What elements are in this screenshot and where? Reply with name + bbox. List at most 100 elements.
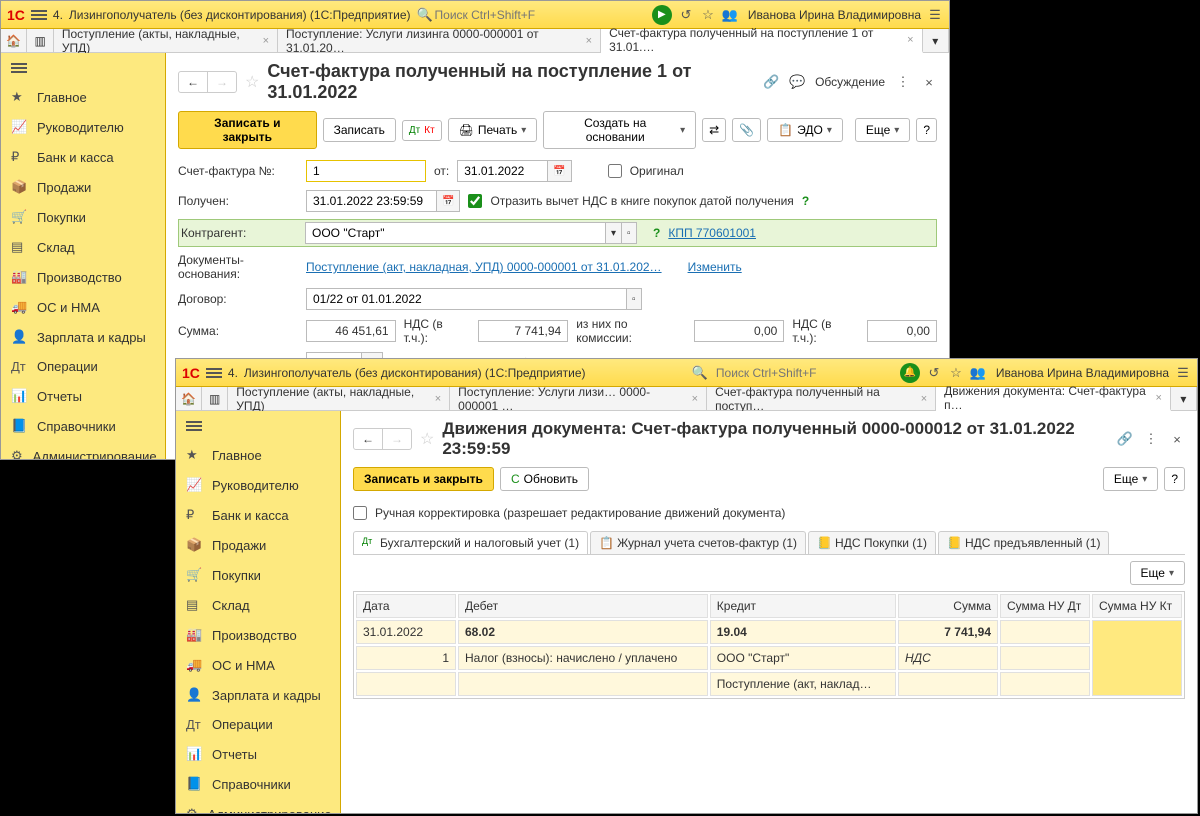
global-search-input[interactable] xyxy=(714,364,894,382)
calendar-icon[interactable]: 📅 xyxy=(547,160,571,182)
open-icon[interactable]: ▫ xyxy=(622,222,637,244)
favorite-icon[interactable]: ☆ xyxy=(245,72,259,92)
sidebar-item-operations[interactable]: ДтОперации xyxy=(176,710,340,739)
save-close-button[interactable]: Записать и закрыть xyxy=(178,111,317,149)
sidebar-item-production[interactable]: 🏭Производство xyxy=(1,262,165,292)
sidebar-item-admin[interactable]: ⚙Администрирование xyxy=(1,441,165,459)
users-icon[interactable]: 👥 xyxy=(722,7,738,23)
close-icon[interactable]: × xyxy=(1169,431,1185,447)
open-icon[interactable]: ▫ xyxy=(626,288,642,310)
favorite-icon[interactable]: ☆ xyxy=(420,429,434,449)
help-button[interactable]: ? xyxy=(1164,467,1185,491)
subtab-journal[interactable]: 📋Журнал учета счетов-фактур (1) xyxy=(590,531,806,554)
run-icon[interactable]: ▶ xyxy=(652,5,672,25)
attach-button[interactable]: 📎 xyxy=(732,118,761,142)
nav-arrows[interactable]: ←→ xyxy=(178,71,237,93)
kebab-icon[interactable]: ⋮ xyxy=(895,74,911,90)
sidebar-item-warehouse[interactable]: ▤Склад xyxy=(176,590,340,620)
link-icon[interactable]: 🔗 xyxy=(763,74,779,90)
tab-receipts[interactable]: Поступление (акты, накладные, УПД)× xyxy=(228,387,450,410)
tab-dropdown[interactable]: ▾ xyxy=(923,29,949,52)
refresh-button[interactable]: С Обновить xyxy=(500,467,589,491)
close-icon[interactable]: × xyxy=(692,393,698,405)
sidebar-item-purchases[interactable]: 🛒Покупки xyxy=(176,560,340,590)
close-icon[interactable]: × xyxy=(263,35,269,47)
sidebar-item-bank[interactable]: ₽Банк и касса xyxy=(176,500,340,530)
tab-receipts[interactable]: Поступление (акты, накладные, УПД)× xyxy=(54,29,278,52)
exchange-button[interactable]: ⇄ xyxy=(702,118,726,142)
subtab-vat-purchases[interactable]: 📒НДС Покупки (1) xyxy=(808,531,936,554)
kpp-link[interactable]: КПП 770601001 xyxy=(668,226,756,240)
history-icon[interactable]: ↺ xyxy=(678,7,694,23)
subtab-vat-presented[interactable]: 📒НДС предъявленный (1) xyxy=(938,531,1109,554)
more-button[interactable]: Еще xyxy=(1103,467,1158,491)
manual-correction-checkbox[interactable] xyxy=(353,506,367,520)
home-button[interactable]: 🏠 xyxy=(1,29,27,52)
user-menu-icon[interactable]: ☰ xyxy=(927,7,943,23)
sidebar-item-production[interactable]: 🏭Производство xyxy=(176,620,340,650)
star-icon[interactable]: ☆ xyxy=(948,365,964,381)
dtkt-button[interactable]: ДтКт xyxy=(402,120,442,141)
close-icon[interactable]: × xyxy=(921,393,927,405)
sidebar-item-assets[interactable]: 🚚ОС и НМА xyxy=(1,292,165,322)
sidebar-item-manager[interactable]: 📈Руководителю xyxy=(1,112,165,142)
sidebar-item-main[interactable]: ★Главное xyxy=(176,440,340,470)
change-link[interactable]: Изменить xyxy=(688,260,742,274)
close-icon[interactable]: × xyxy=(921,74,937,90)
tab-leasing-services[interactable]: Поступление: Услуги лизинга 0000-000001 … xyxy=(278,29,601,52)
tab-list-button[interactable]: ▥ xyxy=(202,387,228,410)
create-based-button[interactable]: Создать на основании xyxy=(543,111,696,149)
dropdown-icon[interactable]: ▾ xyxy=(605,222,622,244)
sidebar-item-sales[interactable]: 📦Продажи xyxy=(176,530,340,560)
kebab-icon[interactable]: ⋮ xyxy=(1143,431,1159,447)
movements-grid[interactable]: Дата Дебет Кредит Сумма Сумма НУ Дт Сумм… xyxy=(353,591,1185,699)
menu-icon[interactable] xyxy=(206,366,222,380)
invoice-no-input[interactable] xyxy=(306,160,426,182)
sidebar-item-operations[interactable]: ДтОперации xyxy=(1,352,165,381)
sidebar-item-warehouse[interactable]: ▤Склад xyxy=(1,232,165,262)
sidebar-item-hr[interactable]: 👤Зарплата и кадры xyxy=(1,322,165,352)
close-icon[interactable]: × xyxy=(907,34,913,46)
basis-link[interactable]: Поступление (акт, накладная, УПД) 0000-0… xyxy=(306,260,662,274)
discuss-link[interactable]: Обсуждение xyxy=(815,75,885,89)
subtab-accounting[interactable]: ДтБухгалтерский и налоговый учет (1) xyxy=(353,531,588,554)
sidebar-item-dict[interactable]: 📘Справочники xyxy=(1,411,165,441)
sidebar-item-bank[interactable]: ₽Банк и касса xyxy=(1,142,165,172)
bell-icon[interactable]: 🔔 xyxy=(900,363,920,383)
help-icon[interactable]: ? xyxy=(802,194,809,208)
sidebar-item-reports[interactable]: 📊Отчеты xyxy=(176,739,340,769)
tab-invoice-received[interactable]: Счет-фактура полученный на поступление 1… xyxy=(601,29,922,53)
user-name[interactable]: Иванова Ирина Владимировна xyxy=(748,8,921,22)
help-button[interactable]: ? xyxy=(916,118,937,142)
save-button[interactable]: Записать xyxy=(323,118,396,142)
calendar-icon[interactable]: 📅 xyxy=(436,190,460,212)
close-icon[interactable]: × xyxy=(586,35,592,47)
print-button[interactable]: 🖨 Печать xyxy=(448,118,538,142)
received-input[interactable] xyxy=(306,190,436,212)
invoice-date-input[interactable] xyxy=(457,160,547,182)
close-icon[interactable]: × xyxy=(1155,392,1161,404)
edo-button[interactable]: 📋 ЭДО xyxy=(767,118,843,142)
sidebar-item-sales[interactable]: 📦Продажи xyxy=(1,172,165,202)
user-name[interactable]: Иванова Ирина Владимировна xyxy=(996,366,1169,380)
link-icon[interactable]: 🔗 xyxy=(1117,431,1133,447)
star-icon[interactable]: ☆ xyxy=(700,7,716,23)
sidebar-item-admin[interactable]: ⚙Администрирование xyxy=(176,799,340,813)
sidebar-item-main[interactable]: ★Главное xyxy=(1,82,165,112)
tab-movements[interactable]: Движения документа: Счет-фактура п…× xyxy=(936,387,1171,411)
original-checkbox[interactable] xyxy=(608,164,622,178)
sidebar-toggle-icon[interactable] xyxy=(11,61,27,75)
save-close-button[interactable]: Записать и закрыть xyxy=(353,467,494,491)
sidebar-item-hr[interactable]: 👤Зарплата и кадры xyxy=(176,680,340,710)
sidebar-item-dict[interactable]: 📘Справочники xyxy=(176,769,340,799)
contract-input[interactable] xyxy=(306,288,626,310)
menu-icon[interactable] xyxy=(31,8,47,22)
users-icon[interactable]: 👥 xyxy=(970,365,986,381)
more-button[interactable]: Еще xyxy=(855,118,910,142)
tab-invoice[interactable]: Счет-фактура полученный на поступ…× xyxy=(707,387,936,410)
user-menu-icon[interactable]: ☰ xyxy=(1175,365,1191,381)
sidebar-item-purchases[interactable]: 🛒Покупки xyxy=(1,202,165,232)
grid-more-button[interactable]: Еще xyxy=(1130,561,1185,585)
close-icon[interactable]: × xyxy=(435,393,441,405)
tab-list-button[interactable]: ▥ xyxy=(27,29,53,52)
